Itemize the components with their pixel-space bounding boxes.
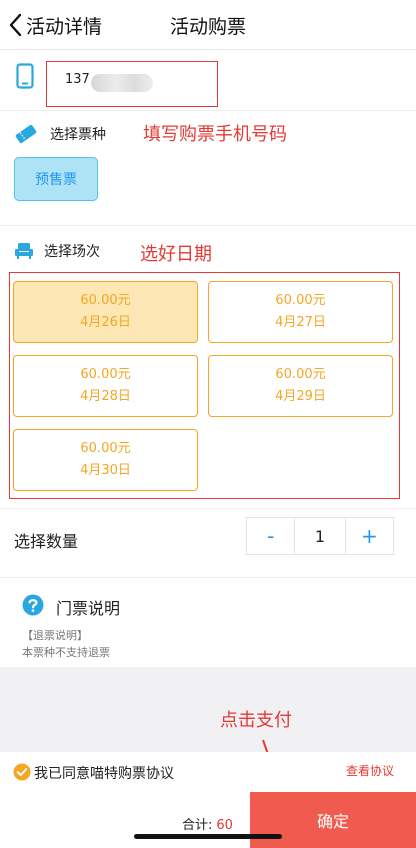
ticket-notice: 门票说明 【退票说明】 本票种不支持退票 — [0, 577, 416, 667]
agreement-row: 我已同意喵特购票协议 查看协议 — [0, 752, 416, 792]
session-price: 60.00元 — [275, 367, 326, 382]
session-header: 选择场次 — [14, 241, 100, 261]
session-date: 4月28日 — [80, 389, 131, 404]
ticket-icon — [15, 124, 37, 144]
session-date: 4月30日 — [80, 463, 131, 478]
divider — [0, 508, 416, 509]
page-title: 活动购票 — [169, 16, 246, 38]
notice-title: 门票说明 — [56, 599, 121, 618]
session-option-apr29[interactable]: 60.00元 4月29日 — [208, 355, 393, 417]
phone-blurred-digits — [91, 74, 153, 92]
notice-subtitle: 【退票说明】 — [22, 629, 88, 642]
total-amount: 60 — [216, 818, 233, 833]
quantity-stepper: - 1 + — [246, 517, 394, 555]
total-label: 合计: — [182, 818, 213, 833]
ticket-type-label: 选择票种 — [50, 127, 106, 143]
session-option-apr28[interactable]: 60.00元 4月28日 — [13, 355, 198, 417]
nav-bar: 活动详情 活动购票 — [0, 0, 416, 50]
quantity-increase-button[interactable]: + — [346, 518, 393, 554]
pay-annotation: 点击支付 — [220, 710, 292, 731]
ticket-type-presale-button[interactable]: 预售票 — [14, 157, 98, 201]
checkbox-checked-icon[interactable] — [13, 763, 31, 781]
total: 合计: 60 — [182, 814, 233, 833]
ticket-type-header: 选择票种 — [14, 123, 106, 145]
phone-row: 137 — [0, 51, 416, 111]
quantity-value: 1 — [294, 518, 346, 554]
session-label: 选择场次 — [44, 244, 100, 260]
session-price: 60.00元 — [80, 441, 131, 456]
phone-value: 137 — [65, 72, 90, 87]
phone-input[interactable]: 137 — [46, 61, 218, 107]
session-price: 60.00元 — [275, 293, 326, 308]
session-date: 4月29日 — [275, 389, 326, 404]
session-grid: 60.00元 4月26日 60.00元 4月27日 60.00元 4月28日 6… — [9, 272, 400, 499]
session-option-apr26[interactable]: 60.00元 4月26日 — [13, 281, 198, 343]
session-date: 4月27日 — [275, 315, 326, 330]
session-option-apr30[interactable]: 60.00元 4月30日 — [13, 429, 198, 491]
home-indicator — [134, 834, 282, 839]
seat-icon — [15, 243, 33, 259]
session-option-apr27[interactable]: 60.00元 4月27日 — [208, 281, 393, 343]
session-price: 60.00元 — [80, 293, 131, 308]
phone-annotation: 填写购票手机号码 — [143, 124, 287, 145]
quantity-decrease-button[interactable]: - — [247, 518, 294, 554]
session-price: 60.00元 — [80, 367, 131, 382]
view-agreement-link[interactable]: 查看协议 — [346, 762, 394, 779]
checkout-bar: 合计: 60 确定 — [0, 792, 416, 848]
help-icon — [22, 594, 44, 616]
confirm-button[interactable]: 确定 — [250, 792, 416, 848]
spacer-area — [0, 667, 416, 752]
agreement-text: 我已同意喵特购票协议 — [34, 766, 174, 782]
divider — [0, 225, 416, 226]
phone-icon — [16, 63, 34, 89]
notice-text: 本票种不支持退票 — [22, 646, 110, 659]
session-date: 4月26日 — [80, 315, 131, 330]
date-annotation: 选好日期 — [140, 244, 212, 265]
quantity-label: 选择数量 — [14, 532, 79, 551]
